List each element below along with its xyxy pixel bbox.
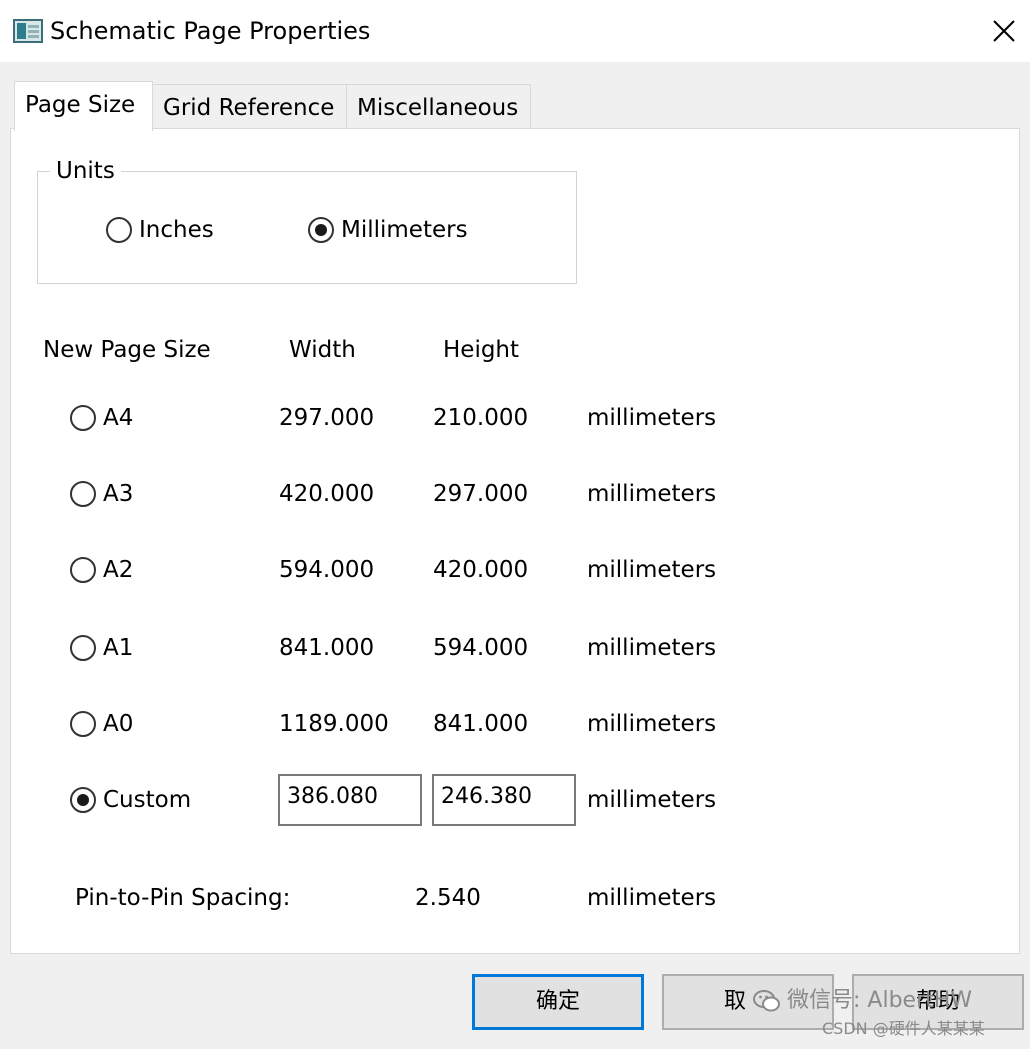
inches-radio[interactable] (106, 217, 132, 243)
a2-label[interactable]: A2 (103, 555, 133, 585)
a4-height: 210.000 (433, 405, 529, 431)
tab-label: Page Size (25, 92, 136, 118)
tab-miscellaneous[interactable]: Miscellaneous (346, 84, 531, 132)
a1-radio[interactable] (70, 635, 96, 661)
units-legend: Units (50, 156, 121, 186)
schematic-app-icon (13, 19, 43, 43)
width-header: Width (289, 337, 356, 363)
millimeters-radio[interactable] (308, 217, 334, 243)
tab-label: Miscellaneous (357, 95, 519, 121)
a3-unit: millimeters (587, 481, 717, 507)
a4-radio[interactable] (70, 405, 96, 431)
millimeters-label[interactable]: Millimeters (341, 215, 468, 245)
tab-page-size[interactable]: Page Size (14, 81, 153, 131)
a4-width: 297.000 (279, 405, 375, 431)
a3-radio[interactable] (70, 481, 96, 507)
custom-radio[interactable] (70, 787, 96, 813)
tab-label: Grid Reference (163, 95, 335, 121)
a1-width: 841.000 (279, 635, 375, 661)
pin-spacing-unit: millimeters (587, 885, 717, 911)
page-size-panel: Units Inches Millimeters New Page Size W… (10, 128, 1020, 954)
a2-height: 420.000 (433, 557, 529, 583)
wechat-icon (753, 990, 780, 1012)
cancel-button-label: 取 (724, 989, 747, 1014)
title-bar: Schematic Page Properties (0, 0, 1030, 62)
a4-unit: millimeters (587, 405, 717, 431)
tab-grid-reference[interactable]: Grid Reference (152, 84, 347, 132)
a3-width: 420.000 (279, 481, 375, 507)
close-button[interactable] (986, 13, 1022, 49)
a4-label[interactable]: A4 (103, 403, 133, 433)
a1-height: 594.000 (433, 635, 529, 661)
a3-height: 297.000 (433, 481, 529, 507)
a0-radio[interactable] (70, 711, 96, 737)
close-icon (993, 20, 1015, 42)
new-page-size-header: New Page Size (43, 337, 211, 363)
a0-width: 1189.000 (279, 711, 389, 737)
custom-height-input[interactable]: 246.380 (432, 774, 576, 826)
a0-unit: millimeters (587, 711, 717, 737)
a3-label[interactable]: A3 (103, 479, 133, 509)
watermark-csdn: CSDN @硬件人某某某 (822, 1019, 985, 1038)
a2-unit: millimeters (587, 557, 717, 583)
inches-label[interactable]: Inches (139, 215, 214, 245)
a0-height: 841.000 (433, 711, 529, 737)
a0-label[interactable]: A0 (103, 709, 133, 739)
a2-radio[interactable] (70, 557, 96, 583)
height-header: Height (443, 337, 520, 363)
a2-width: 594.000 (279, 557, 375, 583)
a1-unit: millimeters (587, 635, 717, 661)
pin-spacing-label: Pin-to-Pin Spacing: (75, 885, 291, 911)
custom-label[interactable]: Custom (103, 785, 191, 815)
watermark-wechat: 微信号: AlbertHW (787, 988, 973, 1013)
custom-width-input[interactable]: 386.080 (278, 774, 422, 826)
custom-unit: millimeters (587, 787, 717, 813)
pin-spacing-value: 2.540 (415, 885, 481, 911)
a1-label[interactable]: A1 (103, 633, 133, 663)
window-title: Schematic Page Properties (50, 17, 371, 45)
ok-button-label: 确定 (535, 989, 580, 1014)
ok-button[interactable]: 确定 (472, 974, 644, 1030)
